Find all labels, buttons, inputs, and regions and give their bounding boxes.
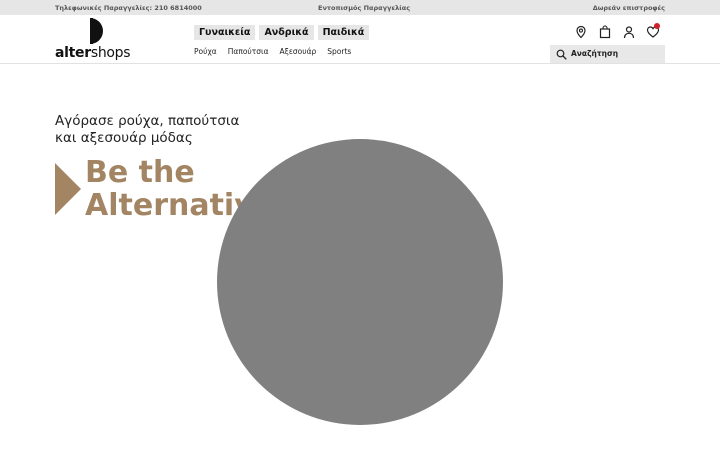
hero-subtitle-line-2: και αξεσουάρ μόδας: [55, 130, 193, 146]
gender-tabs: Γυναικεία Ανδρικά Παιδικά: [194, 25, 370, 40]
free-returns-link[interactable]: Δωρεάν επιστροφές: [593, 4, 665, 12]
search-placeholder: Αναζήτηση: [571, 49, 619, 58]
order-tracking-link[interactable]: Εντοπισμός Παραγγελίας: [318, 4, 410, 12]
hero-subtitle: Αγόρασε ρούχα, παπούτσια και αξεσουάρ μό…: [55, 113, 315, 147]
user-icon[interactable]: [622, 25, 636, 39]
location-pin-icon[interactable]: [574, 25, 588, 39]
nav-item-accessories[interactable]: Αξεσουάρ: [280, 47, 317, 56]
tab-kids[interactable]: Παιδικά: [317, 25, 370, 40]
header-icons: [574, 23, 666, 39]
altershops-logo[interactable]: altershops: [55, 18, 135, 62]
top-info-bar: Τηλεφωνικές Παραγγελίες: 210 6814000 Εντ…: [0, 0, 720, 15]
wishlist-badge: [654, 23, 660, 29]
site-header: altershops Γυναικεία Ανδρικά Παιδικά Ρού…: [0, 15, 720, 64]
hero-subtitle-line-1: Αγόρασε ρούχα, παπούτσια: [55, 113, 240, 129]
play-arrow-icon: [55, 163, 81, 215]
loading-overlay-circle: [217, 139, 503, 425]
search-input[interactable]: Αναζήτηση: [550, 45, 665, 63]
phone-orders-text: Τηλεφωνικές Παραγγελίες: 210 6814000: [55, 4, 202, 12]
nav-item-clothing[interactable]: Ρούχα: [194, 47, 217, 56]
shopping-bag-icon[interactable]: [598, 25, 612, 39]
logo-wordmark: altershops: [55, 45, 131, 61]
nav-item-sports[interactable]: Sports: [327, 47, 351, 56]
tab-men[interactable]: Ανδρικά: [259, 25, 314, 40]
category-nav: Ρούχα Παπούτσια Αξεσουάρ Sports: [194, 47, 351, 56]
heart-icon[interactable]: [646, 23, 660, 39]
nav-item-shoes[interactable]: Παπούτσια: [228, 47, 269, 56]
search-icon: [556, 49, 567, 60]
tab-women[interactable]: Γυναικεία: [194, 25, 256, 40]
logo-mark-icon: [90, 18, 103, 44]
